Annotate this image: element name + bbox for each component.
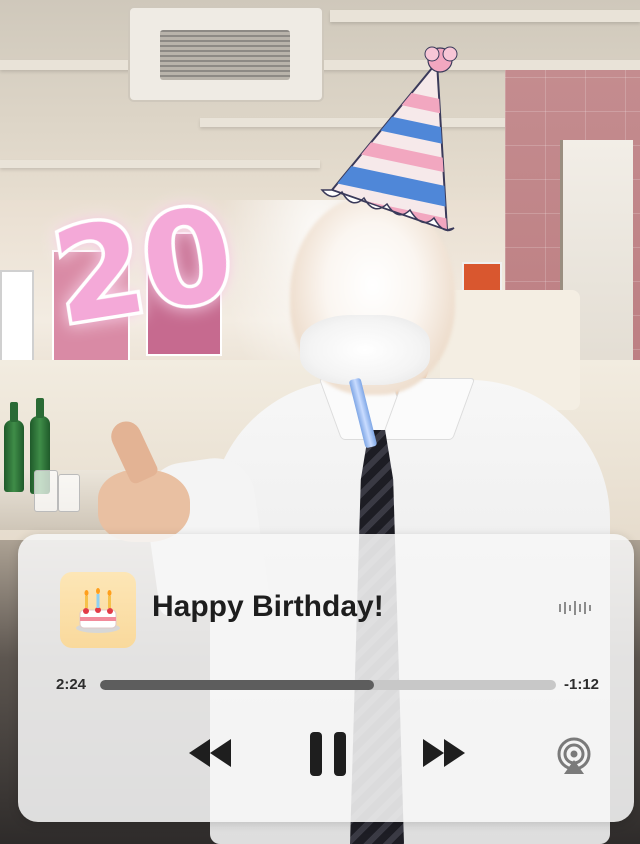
glass [58,474,80,512]
pause-icon[interactable] [306,730,350,778]
wall-sign [0,270,34,364]
ceiling-beam [330,10,640,22]
rewind-icon[interactable] [186,736,234,770]
air-conditioner-grille [160,30,290,80]
album-artwork[interactable] [60,572,136,648]
whipped-cream [300,315,430,385]
fast-forward-icon[interactable] [420,736,468,770]
progress-slider[interactable] [100,680,556,690]
air-conditioner [128,6,324,102]
waveform-icon [559,601,591,615]
bottle [4,402,24,492]
party-hat-icon [320,46,458,232]
background-photo: 20 Happy Birthday! 2:24 -1:12 [0,0,640,844]
glass [34,470,58,512]
song-title: Happy Birthday! [152,590,384,623]
music-player-widget[interactable]: Happy Birthday! 2:24 -1:12 [18,534,634,822]
hand [98,470,190,542]
airplay-icon[interactable] [554,736,594,776]
birthday-cake-icon [76,588,120,633]
remaining-time: -1:12 [564,676,600,693]
ceiling-beam [0,160,320,168]
progress-fill [100,680,374,690]
sticker-text: 20 [44,179,243,354]
elapsed-time: 2:24 [56,676,87,693]
